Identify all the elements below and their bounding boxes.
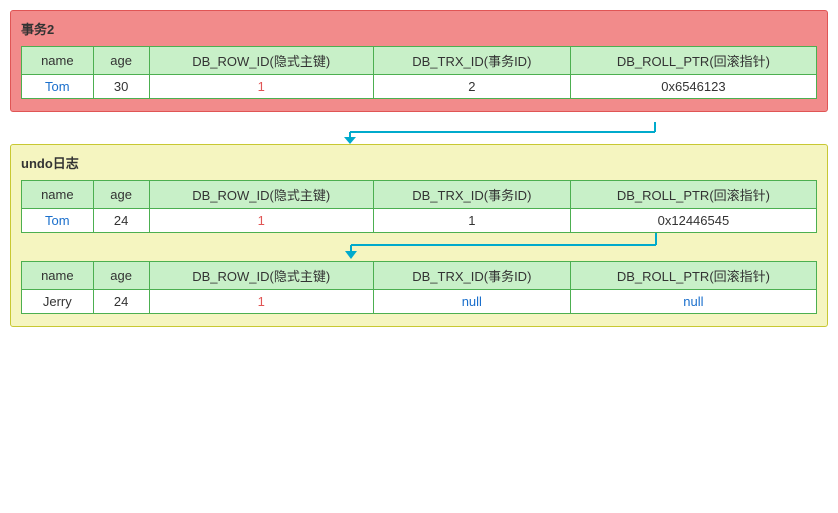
arrow-connector-2: [21, 233, 817, 261]
uth2-row-id: DB_ROW_ID(隐式主键): [149, 262, 373, 290]
uth1-age: age: [93, 181, 149, 209]
ucell2-age: 24: [93, 290, 149, 314]
th-roll-ptr: DB_ROLL_PTR(回滚指针): [570, 47, 816, 75]
cell-row-id: 1: [149, 75, 373, 99]
uth1-roll-ptr: DB_ROLL_PTR(回滚指针): [570, 181, 816, 209]
cell-name: Tom: [22, 75, 94, 99]
th-trx-id: DB_TRX_ID(事务ID): [373, 47, 570, 75]
undo-table-1: name age DB_ROW_ID(隐式主键) DB_TRX_ID(事务ID)…: [21, 180, 817, 233]
cell-age: 30: [93, 75, 149, 99]
cell-roll-ptr: 0x6546123: [570, 75, 816, 99]
uth2-trx-id: DB_TRX_ID(事务ID): [373, 262, 570, 290]
table-row: Tom 24 1 1 0x12446545: [22, 209, 817, 233]
undo-title: undo日志: [21, 153, 817, 172]
cell-trx-id: 2: [373, 75, 570, 99]
ucell1-age: 24: [93, 209, 149, 233]
ucell2-roll-ptr: null: [570, 290, 816, 314]
ucell1-name: Tom: [22, 209, 94, 233]
th-name: name: [22, 47, 94, 75]
undo-table-2: name age DB_ROW_ID(隐式主键) DB_TRX_ID(事务ID)…: [21, 261, 817, 314]
table-row: Tom 30 1 2 0x6546123: [22, 75, 817, 99]
ucell1-roll-ptr: 0x12446545: [570, 209, 816, 233]
th-row-id: DB_ROW_ID(隐式主键): [149, 47, 373, 75]
transaction-title: 事务2: [21, 19, 817, 38]
ucell1-trx-id: 1: [373, 209, 570, 233]
undo-box: undo日志 name age DB_ROW_ID(隐式主键) DB_TRX_I…: [10, 144, 828, 327]
arrow-connector-1: [10, 122, 828, 144]
arrow-svg-1: [10, 122, 828, 144]
uth2-name: name: [22, 262, 94, 290]
arrow-svg-2: [21, 233, 811, 261]
table-row: Jerry 24 1 null null: [22, 290, 817, 314]
uth1-name: name: [22, 181, 94, 209]
uth1-trx-id: DB_TRX_ID(事务ID): [373, 181, 570, 209]
uth2-age: age: [93, 262, 149, 290]
uth1-row-id: DB_ROW_ID(隐式主键): [149, 181, 373, 209]
transaction-table: name age DB_ROW_ID(隐式主键) DB_TRX_ID(事务ID)…: [21, 46, 817, 99]
ucell2-name: Jerry: [22, 290, 94, 314]
uth2-roll-ptr: DB_ROLL_PTR(回滚指针): [570, 262, 816, 290]
transaction-box: 事务2 name age DB_ROW_ID(隐式主键) DB_TRX_ID(事…: [10, 10, 828, 112]
th-age: age: [93, 47, 149, 75]
ucell2-trx-id: null: [373, 290, 570, 314]
ucell2-row-id: 1: [149, 290, 373, 314]
ucell1-row-id: 1: [149, 209, 373, 233]
